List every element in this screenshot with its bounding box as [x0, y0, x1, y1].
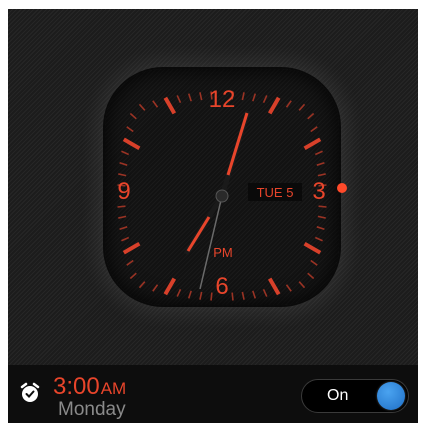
minute-tick — [176, 95, 182, 104]
alarm-clock-icon — [20, 382, 40, 402]
minute-tick — [138, 281, 146, 289]
minute-tick — [314, 150, 323, 156]
minute-tick — [262, 288, 268, 297]
minute-tick — [298, 103, 306, 111]
minute-tick — [241, 291, 245, 300]
hour-tick — [122, 137, 141, 151]
minute-tick — [121, 236, 130, 242]
date-label: TUE 5 — [257, 185, 294, 200]
minute-tick — [117, 205, 126, 208]
alarm-toggle-knob[interactable] — [377, 382, 405, 410]
numeral-3: 3 — [312, 178, 325, 205]
numeral-6: 6 — [215, 273, 228, 300]
hand-pivot — [215, 189, 229, 203]
alarm-day: Monday — [58, 399, 126, 420]
minute-tick — [298, 281, 306, 289]
minute-tick — [118, 215, 127, 219]
minute-tick — [210, 292, 213, 301]
minute-tick — [187, 290, 192, 299]
hour-tick — [303, 137, 322, 151]
minute-tick — [138, 103, 146, 111]
alarm-toggle-label: On — [327, 387, 349, 404]
hour-hand-lume — [186, 216, 211, 252]
minute-tick — [121, 150, 130, 156]
hour-tick — [303, 241, 322, 255]
alarm-ampm: AM — [100, 379, 127, 398]
minute-tick — [252, 93, 257, 102]
clock-screen: 12 3 6 9 TUE 5 PM 3:00AM Monday On — [8, 9, 418, 423]
minute-tick — [252, 290, 257, 299]
hour-tick — [122, 241, 141, 255]
alarm-time[interactable]: 3:00AM — [53, 373, 126, 401]
minute-tick — [317, 173, 326, 177]
minute-tick — [118, 173, 127, 177]
numeral-9: 9 — [117, 178, 130, 205]
minute-tick — [262, 95, 268, 104]
minute-tick — [152, 100, 159, 108]
meridiem-label: PM — [213, 245, 233, 260]
minute-tick — [314, 236, 323, 242]
minute-tick — [241, 92, 245, 101]
minute-tick — [231, 292, 234, 301]
hour-tick — [267, 96, 281, 115]
date-indicator-dot — [337, 183, 347, 193]
minute-tick — [126, 259, 134, 266]
minute-tick — [126, 126, 134, 133]
minute-hand-lume — [226, 112, 249, 176]
alarm-bar[interactable]: 3:00AM Monday On — [8, 365, 418, 423]
minute-tick — [129, 112, 137, 120]
alarm-toggle[interactable]: On — [301, 379, 409, 413]
minute-tick — [119, 161, 128, 166]
minute-tick — [317, 215, 326, 219]
hour-tick — [163, 96, 177, 115]
minute-tick — [316, 226, 325, 231]
minute-tick — [318, 205, 327, 208]
clock-dial: 12 3 6 9 TUE 5 PM — [117, 86, 327, 301]
minute-tick — [176, 288, 182, 297]
minute-tick — [307, 112, 315, 120]
minute-tick — [285, 100, 292, 108]
minute-tick — [199, 92, 203, 101]
minute-tick — [129, 272, 137, 280]
hour-tick — [267, 277, 281, 296]
minute-tick — [285, 284, 292, 292]
minute-tick — [187, 93, 192, 102]
numeral-12: 12 — [209, 86, 236, 113]
minute-tick — [310, 259, 318, 266]
analog-clock-face: 12 3 6 9 TUE 5 PM — [105, 69, 339, 305]
minute-tick — [199, 291, 203, 300]
minute-tick — [307, 272, 315, 280]
minute-tick — [316, 161, 325, 166]
minute-tick — [310, 126, 318, 133]
alarm-time-value: 3:00 — [53, 373, 100, 400]
minute-tick — [119, 226, 128, 231]
minute-tick — [152, 284, 159, 292]
hour-tick — [163, 277, 177, 296]
